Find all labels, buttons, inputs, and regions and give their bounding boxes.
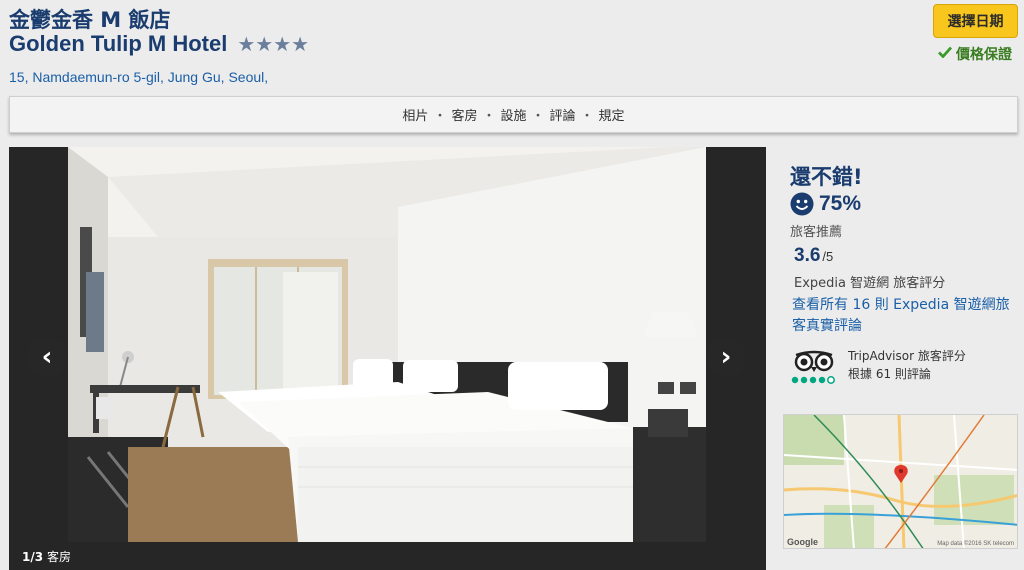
- previous-photo-button[interactable]: ‹: [27, 337, 67, 377]
- hotel-name-en-text: Golden Tulip M Hotel: [9, 31, 228, 56]
- smiley-icon: [790, 192, 814, 216]
- star-rating: ★ ★ ★ ★: [237, 32, 309, 56]
- photo-gallery: ‹ › 1/3 客房: [9, 147, 766, 570]
- location-map[interactable]: Google Map data ©2016 SK telecom: [783, 414, 1018, 549]
- photo-caption: 客房: [46, 550, 71, 564]
- score-max: /5: [822, 249, 834, 264]
- score-label: Expedia 智遊網 旅客評分: [794, 276, 946, 291]
- nav-photos[interactable]: 相片: [402, 105, 428, 124]
- room-photo-image: [68, 147, 706, 542]
- star-icon: ★: [273, 32, 292, 56]
- tripadvisor-label: TripAdvisor 旅客評分: [848, 349, 966, 363]
- tripadvisor-review-count: 根據 61 則評論: [848, 367, 931, 381]
- nav-policies[interactable]: 規定: [599, 105, 625, 124]
- nav-reviews[interactable]: 評論: [550, 105, 576, 124]
- nav-amenities[interactable]: 設施: [500, 105, 526, 124]
- map-tiles: [784, 415, 1017, 548]
- star-icon: ★: [255, 32, 274, 56]
- rating-headline: 還不錯!: [790, 165, 863, 189]
- nav-separator: ・: [580, 109, 594, 124]
- star-icon: ★: [237, 32, 256, 56]
- hotel-name-zh: 金鬱金香 M 飯店: [9, 8, 171, 32]
- photo-counter: 1/3 客房: [22, 550, 71, 564]
- guest-score: 3.6/5: [794, 245, 833, 267]
- star-icon: ★: [291, 32, 310, 56]
- all-reviews-link[interactable]: 查看所有 16 則 Expedia 智遊網旅客真實評論: [792, 295, 1017, 337]
- recommend-label: 旅客推薦: [790, 225, 843, 240]
- hotel-name-en: Golden Tulip M Hotel ★ ★ ★ ★: [9, 31, 309, 57]
- next-photo-button[interactable]: ›: [706, 337, 746, 377]
- chevron-left-icon: ‹: [41, 342, 53, 372]
- nav-separator: ・: [482, 109, 496, 124]
- checkmark-icon: [938, 46, 953, 62]
- tripadvisor-owl-icon: [791, 350, 835, 384]
- google-logo: Google: [787, 537, 818, 547]
- price-guarantee[interactable]: 價格保證: [938, 44, 1012, 64]
- price-guarantee-label: 價格保證: [956, 47, 1012, 63]
- nav-separator: ・: [531, 109, 545, 124]
- photo-total: 3: [34, 550, 44, 564]
- tripadvisor-rating[interactable]: TripAdvisor 旅客評分 根據 61 則評論: [790, 347, 966, 385]
- nav-separator: ・: [433, 109, 447, 124]
- recommend-percent: 75%: [819, 192, 862, 215]
- select-dates-button[interactable]: 選擇日期: [933, 4, 1018, 38]
- score-value: 3.6: [794, 245, 821, 266]
- hotel-address: 15, Namdaemun-ro 5-gil, Jung Gu, Seoul,: [9, 69, 269, 85]
- section-nav: 相片 ・ 客房 ・ 設施 ・ 評論 ・ 規定: [9, 96, 1018, 133]
- nav-rooms[interactable]: 客房: [451, 105, 477, 124]
- room-photo[interactable]: [68, 147, 706, 542]
- chevron-right-icon: ›: [720, 342, 732, 372]
- map-credit: Map data ©2016 SK telecom: [937, 541, 1014, 547]
- recommend-row: 75%: [790, 192, 861, 216]
